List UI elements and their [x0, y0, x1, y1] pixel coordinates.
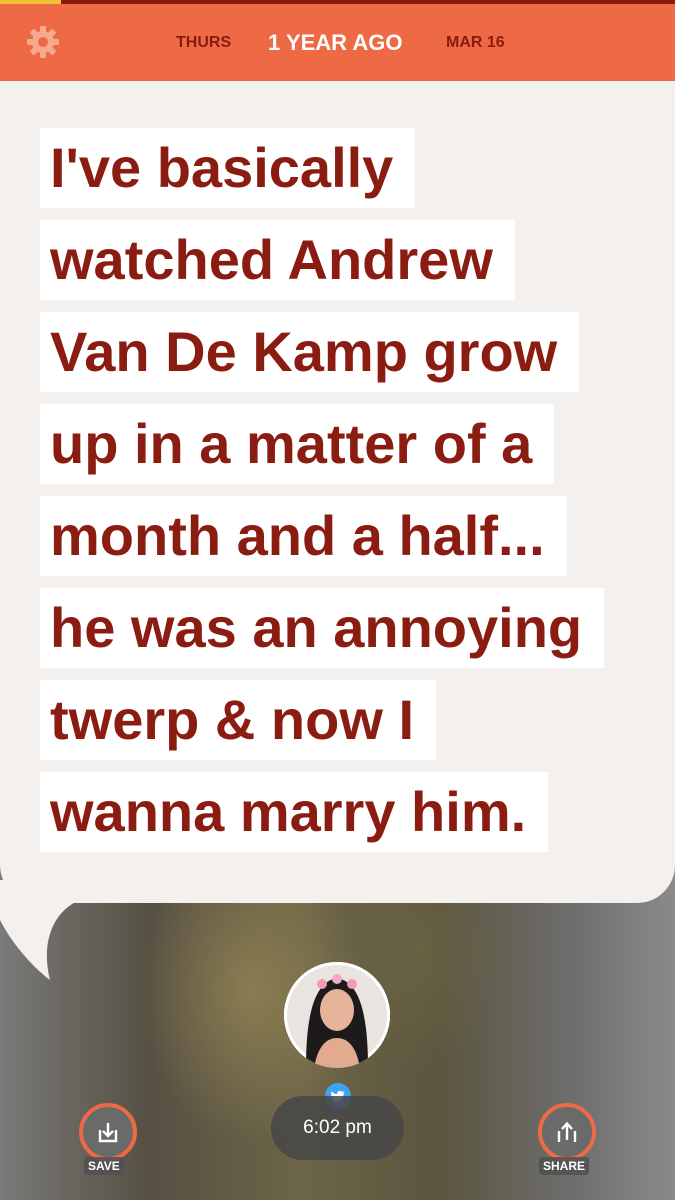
- speech-bubble-tail: [0, 880, 80, 980]
- download-icon: [98, 1123, 118, 1143]
- gear-icon[interactable]: [25, 24, 61, 60]
- post-text-line: Van De Kamp grow: [40, 312, 580, 392]
- post-text-line: twerp & now I: [40, 680, 436, 760]
- next-date-tab[interactable]: MAR 16: [446, 4, 505, 81]
- current-period-title: 1 YEAR AGO: [268, 30, 403, 55]
- save-label: SAVE: [84, 1157, 124, 1175]
- share-label: SHARE: [539, 1157, 590, 1175]
- share-icon: [557, 1121, 577, 1142]
- post-text-line: I've basically: [40, 128, 416, 208]
- share-button[interactable]: [538, 1103, 596, 1161]
- avatar-photo: [284, 962, 390, 1068]
- post-text-line: wanna marry him.: [40, 772, 549, 852]
- post-text: I've basically watched Andrew Van De Kam…: [40, 128, 640, 864]
- post-text-line: month and a half...: [40, 496, 567, 576]
- post-text-line: he was an annoying: [40, 588, 605, 668]
- post-text-line: up in a matter of a: [40, 404, 555, 484]
- header-bar: THURS 1 YEAR AGO MAR 16: [0, 4, 675, 81]
- post-text-line: watched Andrew: [40, 220, 515, 300]
- save-button[interactable]: [79, 1103, 137, 1161]
- post-time: 6:02 pm: [271, 1096, 404, 1160]
- previous-day-tab[interactable]: THURS: [176, 4, 231, 81]
- avatar[interactable]: [284, 962, 390, 1068]
